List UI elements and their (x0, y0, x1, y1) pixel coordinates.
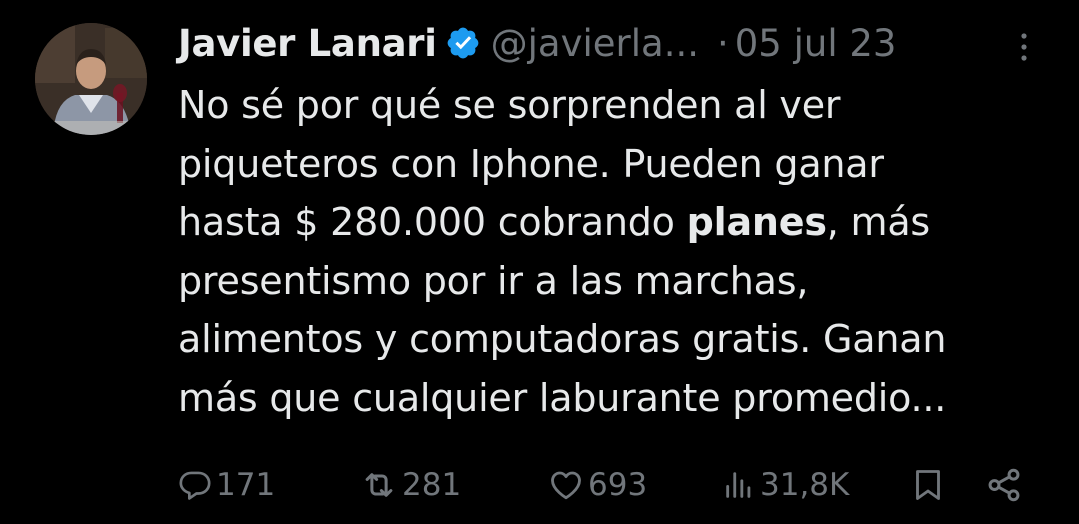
like-count: 693 (588, 467, 648, 503)
tweet-actions: 171 281 693 31,8K (0, 462, 1079, 508)
retweet-count: 281 (402, 467, 462, 503)
reply-icon (179, 471, 211, 500)
reply-count: 171 (216, 467, 276, 503)
tweet-line: hasta $ 280.000 cobrando planes, más (178, 193, 1048, 252)
like-button[interactable]: 693 (548, 462, 647, 508)
reply-button[interactable]: 171 (178, 462, 275, 508)
views-button[interactable]: 31,8K (722, 462, 849, 508)
meta-separator: · (717, 21, 729, 65)
tweet-date[interactable]: 05 jul 23 (735, 22, 897, 65)
retweet-button[interactable]: 281 (360, 462, 461, 508)
heart-icon (551, 471, 581, 500)
tweet-text: No sé por qué se sorprenden al ver pique… (178, 76, 1048, 427)
tweet-line-text: , más (826, 200, 931, 244)
author-handle[interactable]: @javierla... (491, 22, 699, 65)
tweet-line: presentismo por ir a las marchas, (178, 258, 809, 303)
bookmark-button[interactable] (910, 462, 946, 508)
verified-badge-icon (445, 25, 481, 61)
avatar[interactable] (35, 23, 147, 135)
tweet-line: piqueteros con Iphone. Pueden ganar (178, 141, 884, 186)
bookmark-icon (916, 470, 940, 500)
tweet-line-text: hasta $ 280.000 cobrando (178, 200, 687, 244)
avatar-photo (35, 23, 147, 135)
more-options-icon[interactable] (1012, 30, 1036, 64)
tweet-line: alimentos y computadoras gratis. Ganan (178, 317, 947, 361)
tweet-line: más que cualquier laburante promedio... (178, 375, 947, 420)
views-count: 31,8K (760, 467, 850, 503)
tweet-header: Javier Lanari @javierla... · 05 jul 23 (178, 16, 896, 70)
bold-hashword: planes (686, 200, 827, 244)
tweet[interactable]: Javier Lanari @javierla... · 05 jul 23 N… (0, 0, 1079, 524)
tweet-line: No sé por qué se sorprenden al ver (178, 83, 841, 127)
author-name[interactable]: Javier Lanari (178, 22, 437, 65)
share-button[interactable] (985, 462, 1023, 508)
retweet-icon (365, 473, 393, 497)
views-icon (726, 472, 751, 498)
share-icon (988, 468, 1020, 502)
